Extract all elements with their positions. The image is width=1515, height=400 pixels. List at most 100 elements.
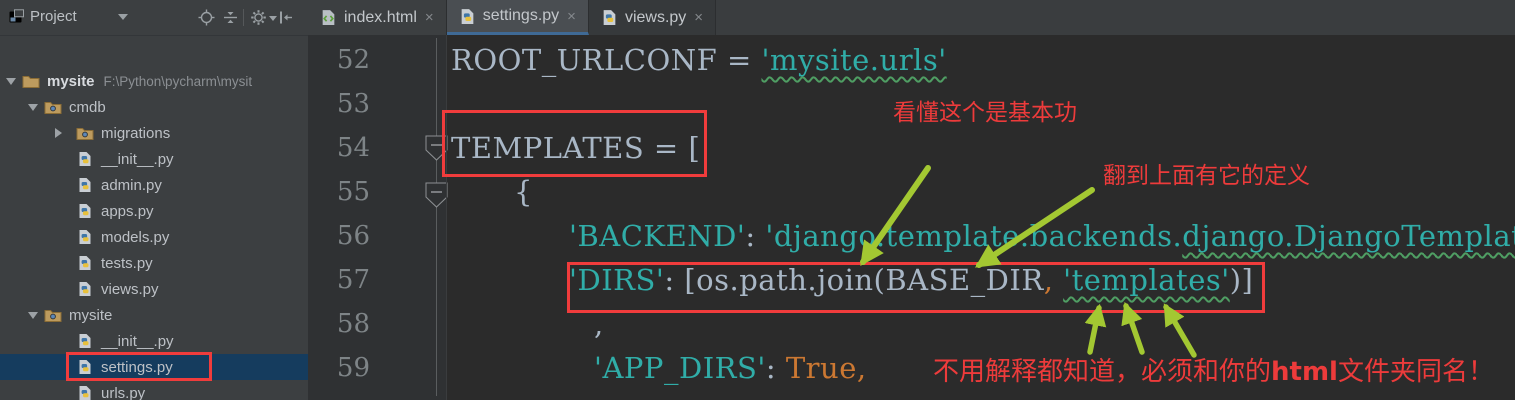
- annotation-note-1: 看懂这个是基本功: [893, 100, 1077, 126]
- editor-region: index.html × settings.py × views.py × 52…: [308, 0, 1515, 400]
- code-token: ,: [1043, 263, 1064, 297]
- tree-item-label: apps.py: [101, 202, 154, 220]
- tree-item-label: settings.py: [101, 358, 173, 376]
- code-editor[interactable]: 52 53 54 55 56 57 58 59 ROOT_URLCONF = '…: [308, 35, 1515, 400]
- tree-item-label: models.py: [101, 228, 170, 246]
- python-file-icon: [79, 152, 91, 166]
- project-panel-title: Project: [30, 8, 77, 25]
- line-number: 58: [336, 309, 370, 339]
- tab-label: settings.py: [482, 7, 560, 24]
- code-token: :: [745, 219, 766, 253]
- tree-item-init2-py[interactable]: __init__.py: [0, 328, 308, 354]
- code-token: 'DIRS': [569, 263, 665, 297]
- project-panel: Project mysite F:\Python\pycharm\mysit c…: [0, 0, 309, 400]
- python-file-icon: [79, 230, 91, 244]
- tree-root-path: F:\Python\pycharm\mysit: [103, 73, 253, 89]
- project-tree: mysite F:\Python\pycharm\mysit cmdb migr…: [0, 35, 308, 400]
- tree-item-root-mysite[interactable]: mysite F:\Python\pycharm\mysit: [0, 68, 308, 94]
- code-token: : [os.path.join(BASE_DIR: [664, 263, 1044, 297]
- chevron-right-icon[interactable]: [55, 128, 67, 138]
- tree-item-settings-py[interactable]: settings.py: [0, 354, 308, 380]
- code-line-52: ROOT_URLCONF = 'mysite.urls': [447, 38, 1515, 82]
- code-surface[interactable]: ROOT_URLCONF = 'mysite.urls' TEMPLATES =…: [446, 35, 1515, 400]
- tree-item-label: __init__.py: [101, 332, 174, 350]
- tree-item-mysite-pkg[interactable]: mysite: [0, 302, 308, 328]
- locate-icon[interactable]: [198, 9, 215, 26]
- code-line-57: 'DIRS': [os.path.join(BASE_DIR, 'templat…: [447, 258, 1515, 302]
- line-number: 52: [336, 45, 370, 75]
- gear-icon[interactable]: [250, 9, 267, 26]
- chevron-down-icon[interactable]: [118, 14, 128, 25]
- annotation-note-3: 不用解释都知道，必须和你的html文件夹同名！: [933, 357, 1494, 387]
- tree-item-views-py[interactable]: views.py: [0, 276, 308, 302]
- collapse-all-icon[interactable]: [222, 9, 239, 26]
- editor-tab-bar: index.html × settings.py × views.py ×: [308, 0, 1515, 35]
- tree-item-urls-py[interactable]: urls.py: [0, 380, 308, 400]
- tree-item-label: cmdb: [69, 98, 106, 116]
- tree-item-label: mysite: [47, 72, 95, 90]
- tree-item-cmdb[interactable]: cmdb: [0, 94, 308, 120]
- tree-item-label: urls.py: [101, 384, 146, 400]
- fold-guide-line: [436, 38, 437, 396]
- code-token: :: [765, 351, 786, 385]
- tree-item-label: migrations: [101, 124, 171, 142]
- package-folder-icon: [44, 310, 62, 322]
- editor-gutter: 52 53 54 55 56 57 58 59: [308, 35, 448, 400]
- package-folder-icon: [44, 102, 62, 114]
- code-token: {: [514, 175, 533, 209]
- code-line-55: {: [447, 170, 1515, 214]
- code-token: 'mysite.urls': [761, 43, 947, 77]
- chevron-down-icon[interactable]: [28, 312, 38, 324]
- tree-item-label: admin.py: [101, 176, 162, 194]
- tree-item-tests-py[interactable]: tests.py: [0, 250, 308, 276]
- tree-item-label: tests.py: [101, 254, 153, 272]
- chevron-down-icon[interactable]: [6, 78, 16, 90]
- hide-panel-icon[interactable]: [277, 9, 294, 26]
- python-file-icon: [79, 386, 91, 400]
- chevron-down-icon[interactable]: [28, 104, 38, 116]
- annotation-note-2: 翻到上面有它的定义: [1103, 163, 1310, 189]
- tree-item-admin-py[interactable]: admin.py: [0, 172, 308, 198]
- tab-label: views.py: [624, 8, 687, 26]
- tree-item-label: mysite: [69, 306, 113, 324]
- code-line-54: TEMPLATES = [: [447, 126, 1515, 170]
- code-line-58: ,: [447, 302, 1515, 346]
- code-token: 'BACKEND': [569, 219, 746, 253]
- tree-item-apps-py[interactable]: apps.py: [0, 198, 308, 224]
- line-number: 55: [336, 177, 370, 207]
- gear-dropdown-caret-icon[interactable]: [269, 16, 277, 25]
- python-file-icon: [461, 8, 474, 24]
- code-token: 'django.template.backends.: [765, 219, 1183, 253]
- close-icon[interactable]: ×: [425, 9, 434, 26]
- project-panel-header: Project: [0, 0, 308, 36]
- code-line-56: 'BACKEND': 'django.template.backends.dja…: [447, 214, 1515, 258]
- code-token: True,: [785, 351, 867, 385]
- code-token: ,: [594, 307, 604, 341]
- toolbar-separator: [243, 9, 244, 26]
- line-number: 56: [336, 221, 370, 251]
- html-file-icon: [322, 10, 335, 25]
- line-number: 54: [336, 133, 370, 163]
- tree-item-models-py[interactable]: models.py: [0, 224, 308, 250]
- tree-item-init-py[interactable]: __init__.py: [0, 146, 308, 172]
- pycharm-window: Project mysite F:\Python\pycharm\mysit c…: [0, 0, 1515, 400]
- code-token: )]: [1229, 263, 1254, 297]
- close-icon[interactable]: ×: [694, 9, 703, 26]
- python-file-icon: [603, 10, 616, 25]
- tab-settings-py[interactable]: settings.py ×: [446, 0, 589, 35]
- python-file-icon: [79, 360, 91, 374]
- code-token: TEMPLATES = [: [451, 131, 701, 165]
- tree-item-label: views.py: [101, 280, 159, 298]
- package-folder-icon: [76, 128, 94, 140]
- tree-item-label: __init__.py: [101, 150, 174, 168]
- tab-views-py[interactable]: views.py ×: [588, 0, 717, 35]
- python-file-icon: [79, 334, 91, 348]
- python-file-icon: [79, 256, 91, 270]
- tab-index-html[interactable]: index.html ×: [308, 0, 447, 35]
- code-token: 'templates': [1063, 263, 1230, 297]
- tab-label: index.html: [344, 8, 417, 26]
- tree-item-migrations[interactable]: migrations: [0, 120, 308, 146]
- code-token: ROOT_URLCONF =: [451, 43, 762, 77]
- close-icon[interactable]: ×: [567, 8, 576, 25]
- python-file-icon: [79, 178, 91, 192]
